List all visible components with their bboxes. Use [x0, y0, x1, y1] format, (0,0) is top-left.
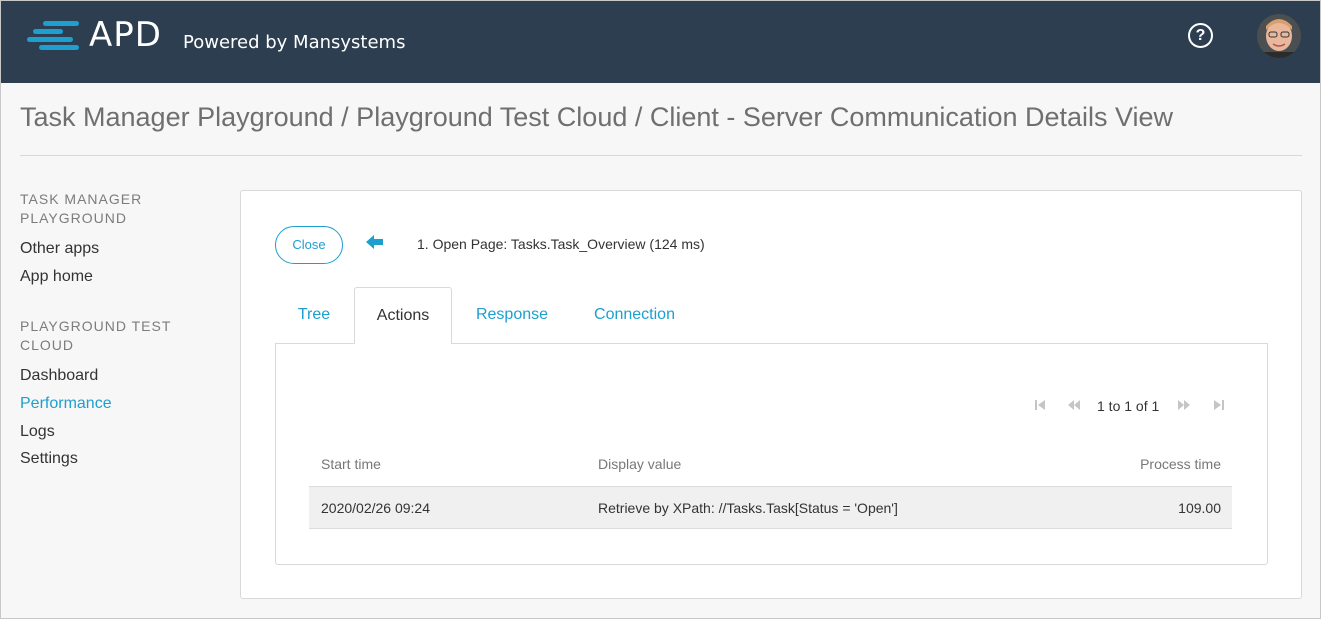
apd-logo-icon — [27, 21, 79, 50]
cell-start-time: 2020/02/26 09:24 — [321, 500, 430, 516]
cell-process-time: 109.00 — [1178, 500, 1221, 516]
column-header-process-time[interactable]: Process time — [1101, 456, 1221, 472]
sidebar-section-title: PLAYGROUND TEST CLOUD — [20, 318, 172, 353]
sidebar-item-dashboard[interactable]: Dashboard — [20, 367, 98, 385]
sidebar-item-app-home[interactable]: App home — [20, 268, 93, 286]
tab-panel-actions — [275, 343, 1268, 565]
step-label: 1. Open Page: Tasks.Task_Overview (124 m… — [417, 236, 705, 252]
tab-tree[interactable]: Tree — [275, 287, 353, 344]
close-button[interactable]: Close — [275, 226, 343, 264]
cell-display-value: Retrieve by XPath: //Tasks.Task[Status =… — [598, 500, 898, 516]
sidebar-item-other-apps[interactable]: Other apps — [20, 240, 99, 258]
logo-text: APD — [89, 15, 162, 55]
top-header: APD Powered by Mansystems ? — [1, 1, 1320, 83]
sidebar-item-settings[interactable]: Settings — [20, 450, 78, 468]
sidebar-item-performance[interactable]: Performance — [20, 395, 112, 413]
divider — [20, 155, 1302, 156]
column-header-display-value[interactable]: Display value — [598, 456, 681, 472]
column-header-start-time[interactable]: Start time — [321, 456, 381, 472]
pager-status: 1 to 1 of 1 — [1097, 398, 1160, 414]
arrow-left-icon[interactable] — [366, 235, 384, 249]
tab-connection[interactable]: Connection — [577, 287, 692, 344]
page-title: Task Manager Playground / Playground Tes… — [20, 102, 1174, 132]
tab-response[interactable]: Response — [457, 287, 567, 344]
last-page-icon[interactable] — [1212, 398, 1226, 412]
first-page-icon[interactable] — [1033, 398, 1047, 412]
powered-by-text: Powered by Mansystems — [183, 32, 406, 53]
avatar[interactable] — [1257, 14, 1301, 58]
next-page-icon[interactable] — [1177, 398, 1191, 412]
sidebar-item-logs[interactable]: Logs — [20, 423, 55, 441]
previous-page-icon[interactable] — [1067, 398, 1081, 412]
tab-actions[interactable]: Actions — [354, 287, 452, 344]
help-icon[interactable]: ? — [1188, 23, 1213, 48]
sidebar-section-title: TASK MANAGER PLAYGROUND — [20, 191, 143, 226]
